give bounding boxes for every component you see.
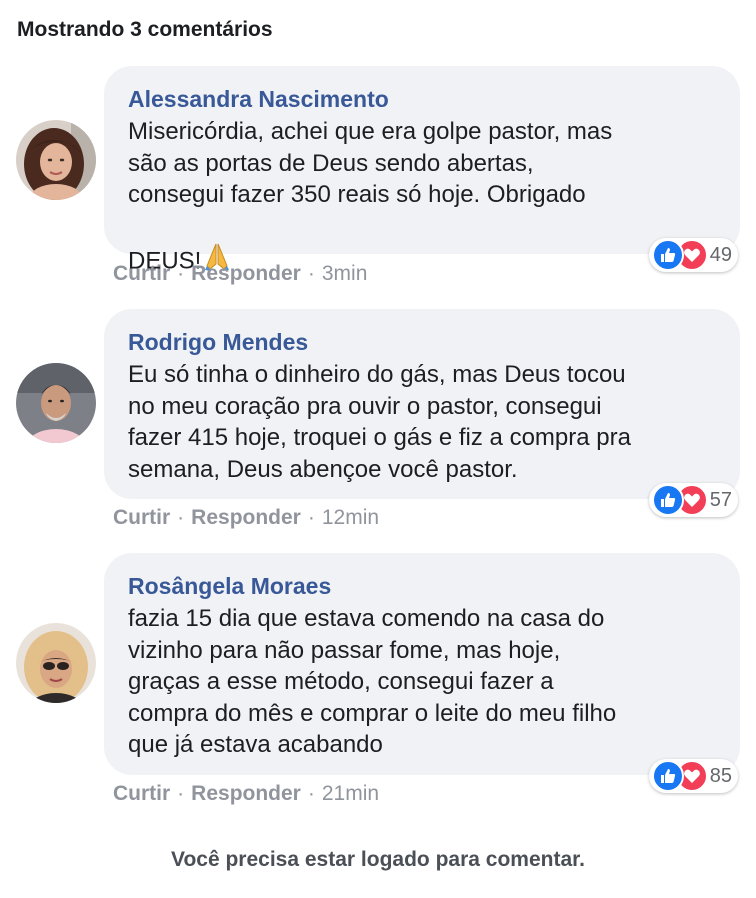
separator-dot: · — [307, 506, 315, 529]
reaction-count: 57 — [709, 488, 732, 511]
separator-dot: · — [177, 782, 185, 805]
reaction-count: 49 — [709, 243, 732, 266]
reply-button[interactable]: Responder — [191, 506, 301, 530]
login-to-comment-notice: Você precisa estar logado para comentar. — [171, 848, 585, 871]
avatar[interactable] — [16, 363, 96, 443]
comment-bubble: Rodrigo Mendes Eu só tinha o dinheiro do… — [104, 309, 740, 499]
comment-actions: Curtir · Responder · 21min — [113, 782, 379, 806]
like-button[interactable]: Curtir — [113, 262, 170, 286]
comment-author[interactable]: Rodrigo Mendes — [128, 327, 720, 357]
comment-text: Eu só tinha o dinheiro do gás, mas Deus … — [128, 361, 631, 483]
like-button[interactable]: Curtir — [113, 782, 170, 806]
comment-actions: Curtir · Responder · 12min — [113, 506, 379, 530]
separator-dot: · — [307, 782, 315, 805]
reply-button[interactable]: Responder — [191, 782, 301, 806]
separator-dot: · — [307, 262, 315, 285]
comment-timestamp[interactable]: 3min — [322, 262, 368, 286]
comment-author[interactable]: Alessandra Nascimento — [128, 84, 720, 114]
comment-text: Misericórdia, achei que era golpe pastor… — [128, 116, 720, 281]
reactions-summary[interactable]: 85 — [648, 759, 738, 793]
comment-bubble: Rosângela Moraes fazia 15 dia que estava… — [104, 553, 740, 775]
like-icon — [651, 239, 684, 271]
reply-button[interactable]: Responder — [191, 262, 301, 286]
comment-bubble: Alessandra Nascimento Misericórdia, ache… — [104, 66, 740, 274]
avatar[interactable] — [16, 623, 96, 703]
separator-dot: · — [177, 506, 185, 529]
comments-count-header: Mostrando 3 comentários — [17, 18, 273, 41]
like-button[interactable]: Curtir — [113, 506, 170, 530]
reaction-count: 85 — [709, 764, 732, 787]
separator-dot: · — [177, 262, 185, 285]
comment-text-body: Misericórdia, achei que era golpe pastor… — [128, 118, 613, 274]
avatar[interactable] — [16, 120, 96, 200]
reactions-summary[interactable]: 49 — [648, 238, 738, 272]
reactions-summary[interactable]: 57 — [648, 483, 738, 517]
comment-actions: Curtir · Responder · 3min — [113, 262, 367, 286]
like-icon — [651, 484, 684, 516]
comment-timestamp[interactable]: 21min — [322, 782, 379, 806]
comment-timestamp[interactable]: 12min — [322, 506, 379, 530]
comment-text: fazia 15 dia que estava comendo na casa … — [128, 605, 617, 758]
comment-author[interactable]: Rosângela Moraes — [128, 571, 720, 601]
like-icon — [651, 760, 684, 792]
